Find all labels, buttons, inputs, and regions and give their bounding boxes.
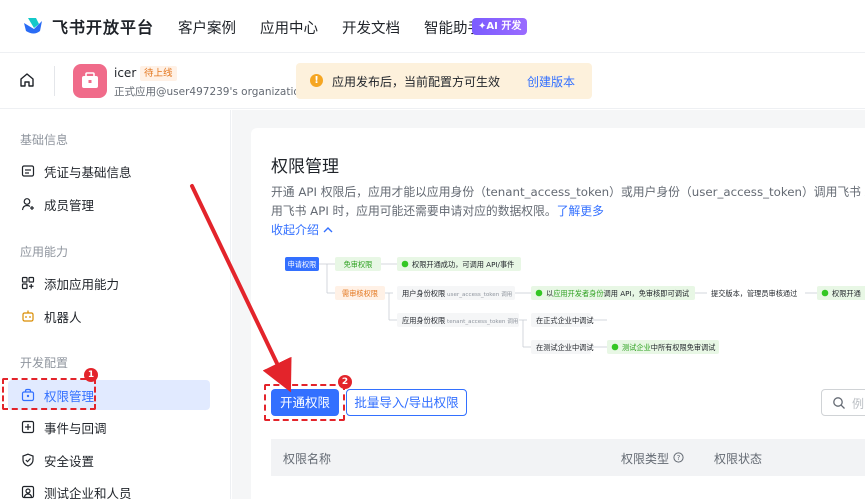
annotation-badge-2: 2 — [338, 375, 352, 389]
logo-text: 飞书开放平台 — [52, 18, 155, 37]
check-icon — [535, 289, 543, 297]
description-text: 用飞书 API 时，应用可能还需要申请对应的数据权限。 — [271, 204, 557, 218]
flow-free-result: 权限开通成功，可调用 API/事件 — [412, 260, 514, 269]
publish-notice: ! 应用发布后，当前配置方可生效 创建版本 — [296, 63, 592, 99]
nav-customer-cases[interactable]: 客户案例 — [178, 17, 236, 38]
briefcase-icon — [82, 72, 98, 88]
home-icon[interactable] — [19, 72, 35, 88]
annotation-badge-1: 1 — [84, 368, 98, 382]
sidebar-section-capability: 应用能力 — [20, 245, 69, 259]
description-line-2: 用飞书 API 时，应用可能还需要申请对应的数据权限。了解更多 — [271, 202, 604, 219]
flow-test: 在测试企业中调试 — [536, 343, 594, 352]
sidebar-item-label: 事件与回调 — [44, 421, 107, 436]
flow-user-token: user_access_token 调用 — [447, 290, 512, 298]
column-permission-type: 权限类型 — [621, 452, 670, 466]
flow-app-perm: 应用身份权限 — [402, 316, 445, 325]
sidebar-section-basic: 基础信息 — [20, 133, 69, 147]
shield-icon — [22, 453, 34, 467]
notice-text: 应用发布后，当前配置方可生效 — [332, 75, 501, 89]
sidebar-item-events[interactable]: 事件与回调 — [0, 412, 231, 442]
flow-formal: 在正式企业中调试 — [536, 316, 594, 325]
create-version-link[interactable]: 创建版本 — [527, 73, 575, 90]
flow-submit: 提交版本，管理员审核通过 — [711, 289, 797, 298]
sidebar-item-label: 机器人 — [44, 310, 82, 325]
bulk-import-export-button[interactable]: 批量导入/导出权限 — [346, 389, 467, 416]
top-navigation: 飞书开放平台 客户案例 应用中心 开发文档 智能助手 ✦AI 开发 — [0, 0, 865, 53]
app-subtitle: 正式应用@user497239's organization — [114, 86, 307, 98]
sidebar-item-add-capability[interactable]: 添加应用能力 — [0, 268, 231, 298]
sidebar-item-label: 成员管理 — [44, 198, 95, 213]
annotation-highlight-button — [264, 384, 345, 421]
svg-text:?: ? — [677, 454, 681, 462]
add-capability-icon — [21, 276, 35, 290]
event-icon — [21, 420, 35, 434]
chevron-up-icon — [323, 227, 333, 233]
nav-app-center[interactable]: 应用中心 — [260, 17, 318, 38]
warning-icon: ! — [310, 74, 323, 87]
flow-user-perm: 用户身份权限 — [402, 289, 445, 298]
check-icon — [821, 289, 829, 297]
status-badge: 待上线 — [140, 66, 177, 81]
table-header: 权限名称 权限类型 ? 权限状态 — [271, 439, 865, 476]
flow-final: 权限开通 — [832, 289, 861, 298]
sidebar-item-credentials[interactable]: 凭证与基础信息 — [0, 156, 231, 186]
annotation-highlight-sidebar — [2, 378, 96, 410]
help-icon[interactable]: ? — [673, 452, 684, 463]
search-placeholder: 例 — [852, 397, 865, 411]
page-title: 权限管理 — [271, 157, 339, 177]
credential-icon — [21, 165, 35, 177]
sidebar-section-dev-config: 开发配置 — [20, 356, 69, 370]
column-permission-status: 权限状态 — [714, 452, 763, 466]
ai-dev-badge[interactable]: ✦AI 开发 — [472, 18, 528, 35]
column-permission-name: 权限名称 — [283, 452, 332, 466]
search-icon — [833, 397, 845, 409]
sidebar-item-robot[interactable]: 机器人 — [0, 301, 231, 331]
flow-user-result: 以应用开发者身份调用 API，免审核即可调试 — [546, 289, 689, 298]
nav-links: 客户案例 应用中心 开发文档 智能助手 — [178, 17, 506, 38]
page-root: 飞书开放平台 客户案例 应用中心 开发文档 智能助手 ✦AI 开发 icer 待… — [0, 0, 865, 499]
learn-more-link[interactable]: 了解更多 — [557, 204, 604, 218]
flow-review: 需审核权限 — [342, 289, 378, 298]
app-name: icer — [114, 66, 137, 80]
description-line-1: 开通 API 权限后，应用才能以应用身份（tenant_access_token… — [271, 185, 865, 199]
nav-dev-docs[interactable]: 开发文档 — [342, 17, 400, 38]
sidebar-item-label: 测试企业和人员 — [44, 486, 132, 499]
check-icon — [401, 260, 409, 268]
flow-test-result: 测试企业中所有权限免审调试 — [622, 343, 715, 352]
feishu-logo-icon — [24, 18, 42, 34]
logo[interactable]: 飞书开放平台 — [22, 14, 154, 38]
sidebar-item-label: 添加应用能力 — [44, 277, 120, 292]
collapse-label: 收起介绍 — [271, 223, 320, 237]
sidebar-item-security[interactable]: 安全设置 — [0, 445, 231, 475]
sidebar-item-members[interactable]: 成员管理 — [0, 189, 231, 219]
flow-apply: 申请权限 — [288, 260, 317, 269]
sidebar-item-test-org[interactable]: 测试企业和人员 — [0, 477, 231, 499]
permission-flow-diagram: 申请权限 免审权限 权限开通成功，可调用 API/事件 需审核权限 用户身份权限… — [271, 244, 865, 368]
member-icon — [21, 198, 34, 211]
flow-tenant-token: tenant_access_token 调用 — [447, 317, 518, 325]
app-avatar — [73, 64, 107, 98]
test-org-icon — [21, 485, 35, 499]
header-divider — [54, 66, 55, 96]
collapse-intro-toggle[interactable]: 收起介绍 — [271, 221, 333, 238]
check-icon — [611, 343, 619, 351]
robot-icon — [22, 310, 34, 322]
sidebar-item-label: 凭证与基础信息 — [44, 165, 132, 180]
sidebar-item-label: 安全设置 — [44, 454, 95, 469]
flow-free: 免审权限 — [344, 260, 373, 269]
permission-search-input[interactable]: 例 — [821, 389, 865, 416]
